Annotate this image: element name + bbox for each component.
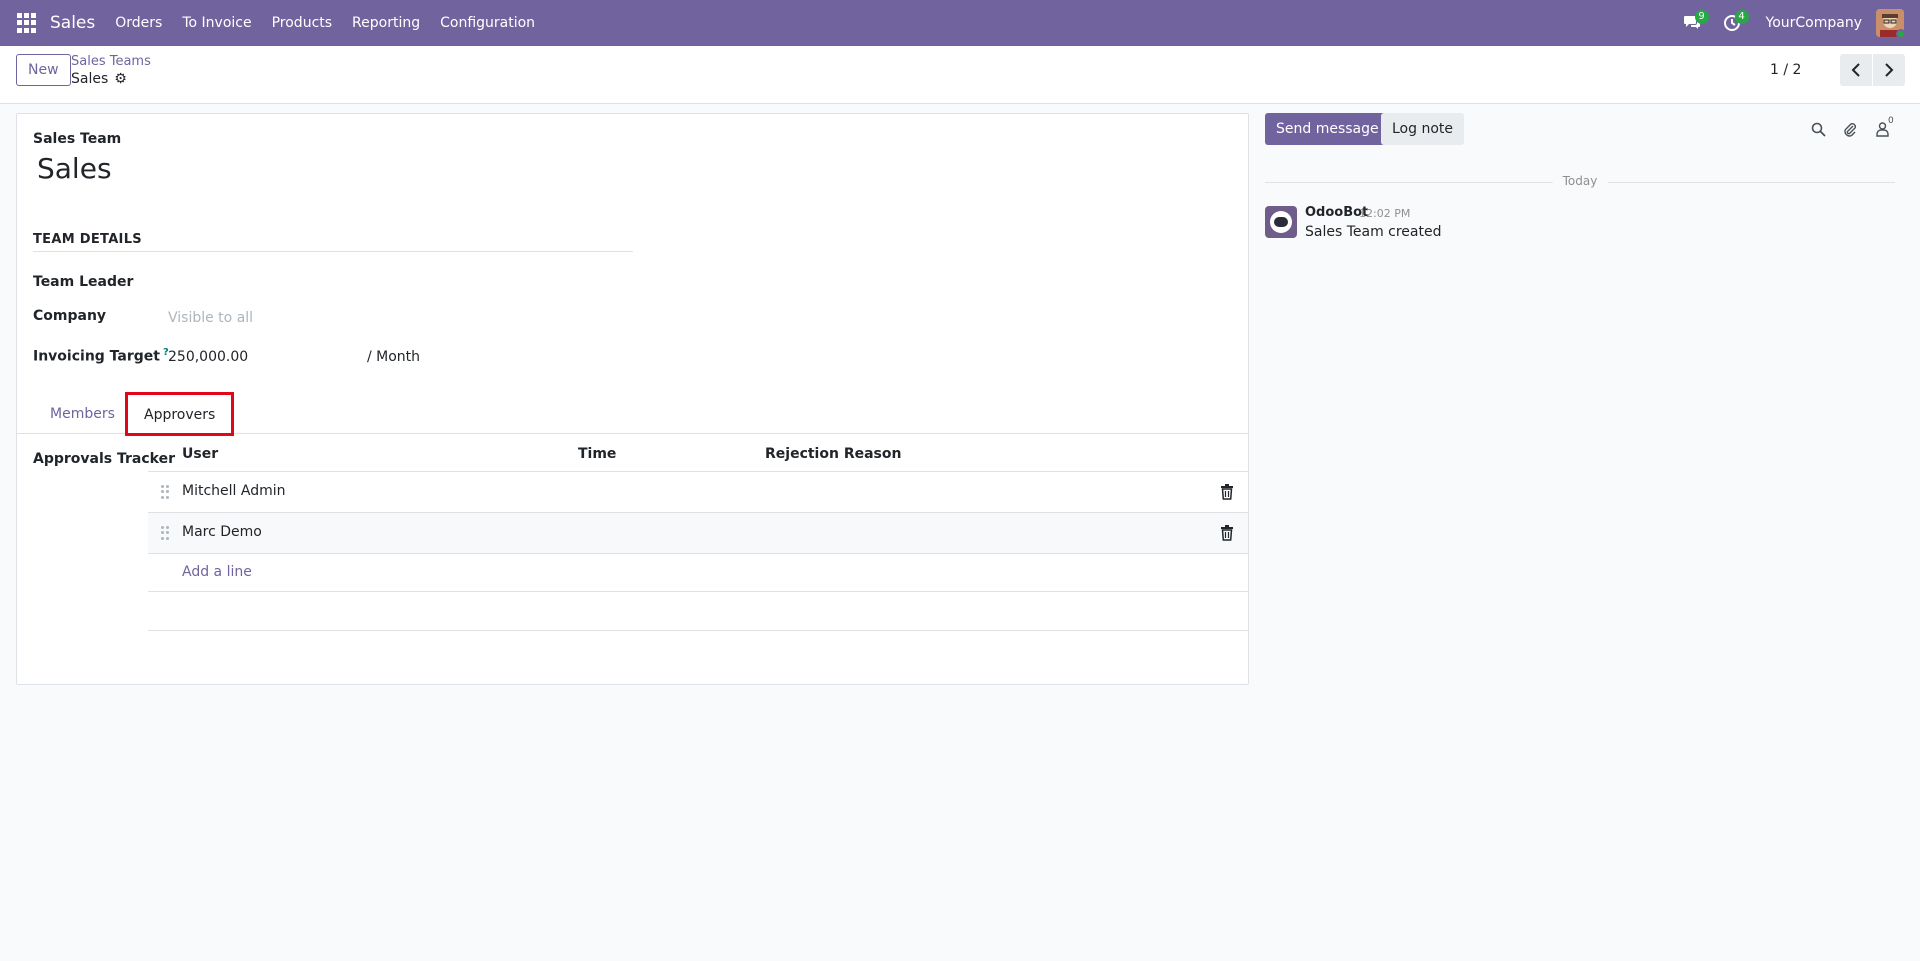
menu-item-products[interactable]: Products xyxy=(262,15,342,31)
new-button[interactable]: New xyxy=(16,54,71,86)
invoicing-target-suffix: / Month xyxy=(367,349,421,365)
add-line-row: Add a line xyxy=(148,554,1248,592)
drag-handle-icon[interactable] xyxy=(161,485,169,499)
team-name-input[interactable]: Sales xyxy=(37,152,112,185)
log-note-button[interactable]: Log note xyxy=(1381,113,1464,145)
pager-next-button[interactable] xyxy=(1873,54,1905,86)
activities-icon[interactable]: 4 xyxy=(1712,0,1752,46)
messages-icon[interactable]: 9 xyxy=(1672,0,1712,46)
message-time: 12:02 PM xyxy=(1359,207,1411,220)
current-record-name: Sales xyxy=(71,71,109,87)
chatter-panel: Send message Log note 0 Today OdooBot 12… xyxy=(1258,104,1920,961)
company-label: Company xyxy=(33,308,107,324)
followers-icon[interactable]: 0 xyxy=(1872,116,1894,139)
invoicing-target-label-text: Invoicing Target xyxy=(33,348,160,365)
trash-icon[interactable] xyxy=(1220,484,1234,500)
messages-badge: 9 xyxy=(1694,10,1709,24)
breadcrumb-current-record: Sales ⚙ xyxy=(71,71,127,87)
menu-item-orders[interactable]: Orders xyxy=(105,15,172,31)
column-header-user[interactable]: User xyxy=(182,446,218,462)
row-user-cell[interactable]: Marc Demo xyxy=(182,524,262,540)
team-leader-label: Team Leader xyxy=(33,274,134,290)
odoobot-avatar[interactable] xyxy=(1265,206,1297,238)
systray: 9 4 YourCompany xyxy=(1672,0,1920,46)
table-row[interactable]: Marc Demo xyxy=(148,513,1248,554)
drag-handle-icon[interactable] xyxy=(161,526,169,540)
tab-members[interactable]: Members xyxy=(50,394,115,434)
trash-icon[interactable] xyxy=(1220,525,1234,541)
apps-menu-icon[interactable] xyxy=(17,13,37,33)
online-status-indicator xyxy=(1896,29,1906,39)
app-brand[interactable]: Sales xyxy=(50,13,95,33)
approvers-list: User Time Rejection Reason Mitchell Admi… xyxy=(148,436,1248,631)
top-navbar: Sales Orders To Invoice Products Reporti… xyxy=(0,0,1920,46)
row-user-cell[interactable]: Mitchell Admin xyxy=(182,483,286,499)
title-field-label: Sales Team xyxy=(33,131,122,147)
company-input[interactable]: Visible to all xyxy=(168,310,253,326)
send-message-button[interactable]: Send message xyxy=(1265,113,1390,145)
paperclip-icon[interactable] xyxy=(1839,119,1859,139)
list-header: User Time Rejection Reason xyxy=(148,436,1248,472)
menu-item-to-invoice[interactable]: To Invoice xyxy=(172,15,261,31)
team-details-heading: TEAM DETAILS xyxy=(33,232,633,252)
empty-row xyxy=(148,592,1248,631)
breadcrumb-sales-teams[interactable]: Sales Teams xyxy=(71,54,151,69)
date-separator: Today xyxy=(1265,174,1895,190)
search-icon[interactable] xyxy=(1808,119,1828,139)
control-panel: New Sales Teams Sales ⚙ 1 / 2 xyxy=(0,46,1920,104)
column-header-rejection-reason[interactable]: Rejection Reason xyxy=(765,446,901,462)
form-sheet: Sales Team Sales TEAM DETAILS Team Leade… xyxy=(16,113,1249,685)
message-body: Sales Team created xyxy=(1305,224,1442,240)
add-line-link[interactable]: Add a line xyxy=(182,564,252,580)
date-separator-label: Today xyxy=(1552,174,1608,188)
pager-value[interactable]: 1 / 2 xyxy=(1770,62,1801,78)
column-header-time[interactable]: Time xyxy=(578,446,616,462)
table-row[interactable]: Mitchell Admin xyxy=(148,472,1248,513)
tab-approvers[interactable]: Approvers xyxy=(124,392,235,436)
invoicing-target-input[interactable]: 250,000.00 xyxy=(168,349,248,365)
notebook-tabs: Members Approvers xyxy=(17,392,1248,436)
pager-previous-button[interactable] xyxy=(1840,54,1872,86)
chevron-right-icon xyxy=(1885,63,1894,77)
main-menu: Orders To Invoice Products Reporting Con… xyxy=(105,15,545,31)
menu-item-reporting[interactable]: Reporting xyxy=(342,15,430,31)
menu-item-configuration[interactable]: Configuration xyxy=(430,15,545,31)
invoicing-target-label: Invoicing Target? xyxy=(33,347,169,365)
activities-badge: 4 xyxy=(1734,10,1749,24)
user-avatar[interactable] xyxy=(1876,9,1906,39)
chevron-left-icon xyxy=(1851,63,1860,77)
company-switcher[interactable]: YourCompany xyxy=(1766,15,1863,31)
team-leader-input[interactable] xyxy=(168,274,468,294)
followers-count: 0 xyxy=(1888,116,1894,126)
gear-icon[interactable]: ⚙ xyxy=(114,71,127,87)
